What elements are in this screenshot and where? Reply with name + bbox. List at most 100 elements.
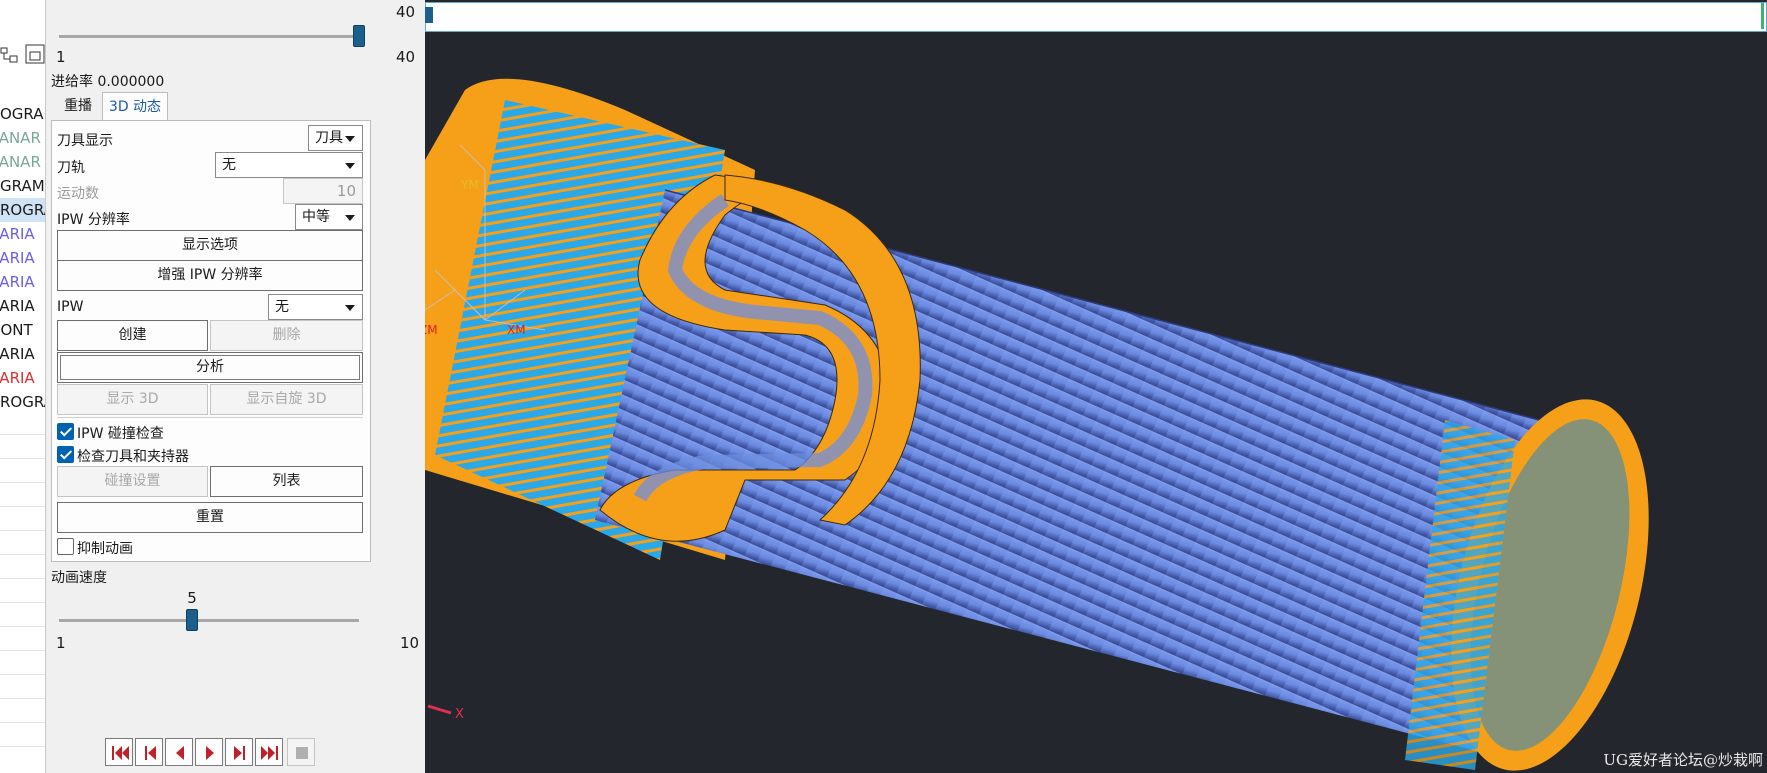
animation-speed-label: 动画速度 xyxy=(51,570,107,586)
toolpath-value: 无 xyxy=(222,157,236,173)
navigator-grid-line xyxy=(0,458,45,459)
navigator-row[interactable]: VARIA xyxy=(0,342,35,366)
animation-speed-track[interactable] xyxy=(59,619,359,622)
check-tool-holder-label: 检查刀具和夹持器 xyxy=(77,449,189,465)
navigator-row[interactable]: ROGRA xyxy=(0,198,45,222)
navigator-grid-line xyxy=(0,554,45,555)
ipw-label: IPW xyxy=(57,299,84,315)
navigator-grid-line xyxy=(0,722,45,723)
show-3d-button[interactable]: 显示 3D xyxy=(57,384,208,415)
tool-display-dropdown[interactable]: 刀具 xyxy=(308,125,363,151)
show-free-3d-button[interactable]: 显示自旋 3D xyxy=(210,384,363,415)
ipw-resolution-value: 中等 xyxy=(302,209,330,225)
ipw-dropdown[interactable]: 无 xyxy=(268,294,363,320)
graphics-viewport[interactable]: YM XM ZM X UG爱好者论坛@炒栽啊 xyxy=(425,0,1767,773)
navigator-grid-line xyxy=(0,506,45,507)
navigator-row[interactable]: VARIA xyxy=(0,222,35,246)
create-button[interactable]: 创建 xyxy=(57,320,208,351)
tab-content-3d-dynamic: 刀具显示 刀具 刀轨 无 运动数 10 IPW 分辨率 中等 显示选项 增强 I… xyxy=(51,120,371,562)
suppress-animation-label: 抑制动画 xyxy=(77,541,133,557)
collision-settings-button[interactable]: 碰撞设置 xyxy=(57,466,208,497)
step-forward-button[interactable] xyxy=(225,738,253,766)
navigator-grid-line xyxy=(0,434,45,435)
analyze-button[interactable]: 分析 xyxy=(57,352,363,383)
simulation-dialog: 40 1 40 进给率 0.000000 重播 3D 动态 刀具显示 刀具 刀轨… xyxy=(47,0,425,773)
list-button[interactable]: 列表 xyxy=(210,466,363,497)
navigator-row[interactable]: VARIA xyxy=(0,270,35,294)
navigator-row[interactable]: LANAR xyxy=(0,150,41,174)
step-back-button[interactable] xyxy=(135,738,163,766)
check-tool-holder-checkbox[interactable] xyxy=(57,446,74,463)
play-reverse-icon xyxy=(176,746,184,760)
navigator-row[interactable]: LANAR xyxy=(0,126,41,150)
navigator-row[interactable]: ROGRA xyxy=(0,390,45,414)
navigator-row[interactable]: VARIA xyxy=(0,294,35,318)
stop-icon xyxy=(296,747,308,759)
navigator-grid-line xyxy=(0,650,45,651)
animation-speed-min: 1 xyxy=(56,634,66,652)
skip-start-icon xyxy=(112,746,129,760)
ipw-resolution-label: IPW 分辨率 xyxy=(57,212,130,228)
delete-button[interactable]: 删除 xyxy=(210,320,363,351)
navigator-row[interactable]: VARIA xyxy=(0,246,35,270)
navigator-grid-line xyxy=(0,578,45,579)
navigator-grid-line xyxy=(0,746,45,747)
step-forward-icon xyxy=(234,746,245,760)
view-icon[interactable] xyxy=(24,42,45,66)
motion-count-field[interactable]: 10 xyxy=(283,178,363,204)
navigator-grid-line xyxy=(0,530,45,531)
tab-3d-dynamic[interactable]: 3D 动态 xyxy=(102,92,168,121)
axis-label-zm: ZM xyxy=(425,323,438,337)
chevron-down-icon xyxy=(345,136,355,142)
toolpath-label: 刀轨 xyxy=(57,160,85,176)
step-back-icon xyxy=(145,746,156,760)
top-slider-thumb[interactable] xyxy=(353,25,365,47)
chevron-down-icon xyxy=(345,163,355,169)
operation-navigator: OGRAMLANARLANARGRAMROGRAVARIAVARIAVARIAV… xyxy=(0,0,46,773)
top-slider-value: 40 xyxy=(396,3,416,21)
navigator-row[interactable]: GRAM xyxy=(0,174,45,198)
play-forward-button[interactable] xyxy=(195,738,223,766)
tool-display-label: 刀具显示 xyxy=(57,133,113,149)
hierarchy-icon[interactable] xyxy=(0,42,22,66)
chevron-down-icon xyxy=(345,215,355,221)
navigator-grid-line xyxy=(0,674,45,675)
tab-replay[interactable]: 重播 xyxy=(52,92,104,121)
skip-to-start-button[interactable] xyxy=(105,738,133,766)
divider xyxy=(57,417,363,418)
animation-speed-value: 5 xyxy=(187,589,197,607)
axis-label-x: X xyxy=(455,707,464,722)
stop-button[interactable] xyxy=(287,738,315,766)
skip-to-end-button[interactable] xyxy=(255,738,283,766)
ipw-collision-label: IPW 碰撞检查 xyxy=(77,426,164,442)
skip-end-icon xyxy=(261,746,278,760)
navigator-toolbar xyxy=(0,38,45,74)
top-slider-track[interactable] xyxy=(59,35,359,38)
navigator-row[interactable]: OGRAM xyxy=(0,102,45,126)
display-options-button[interactable]: 显示选项 xyxy=(57,230,363,261)
navigator-row[interactable]: CONT xyxy=(0,318,33,342)
ipw-collision-checkbox[interactable] xyxy=(57,423,74,440)
navigator-grid-line xyxy=(0,626,45,627)
absolute-x-axis-arrow xyxy=(427,704,452,715)
navigator-row[interactable]: VARIA xyxy=(0,366,35,390)
ipw-value: 无 xyxy=(275,299,289,315)
animation-speed-max: 10 xyxy=(400,634,420,652)
ipw-resolution-dropdown[interactable]: 中等 xyxy=(295,204,363,230)
enhance-ipw-resolution-button[interactable]: 增强 IPW 分辨率 xyxy=(57,260,363,291)
play-reverse-button[interactable] xyxy=(165,738,193,766)
navigator-grid-line xyxy=(0,602,45,603)
simulation-model: YM XM ZM X xyxy=(425,78,1649,771)
chevron-down-icon xyxy=(345,305,355,311)
play-forward-icon xyxy=(206,746,214,760)
axis-label-ym: YM xyxy=(460,178,479,192)
tool-display-value: 刀具 xyxy=(315,130,343,146)
suppress-animation-checkbox[interactable] xyxy=(57,538,74,555)
feed-rate-readout: 进给率 0.000000 xyxy=(51,74,165,90)
navigator-grid-line xyxy=(0,698,45,699)
toolpath-dropdown[interactable]: 无 xyxy=(215,152,363,178)
animation-speed-thumb[interactable] xyxy=(186,609,199,631)
navigator-grid-line xyxy=(0,482,45,483)
motion-count-label: 运动数 xyxy=(57,186,99,202)
reset-button[interactable]: 重置 xyxy=(57,502,363,533)
